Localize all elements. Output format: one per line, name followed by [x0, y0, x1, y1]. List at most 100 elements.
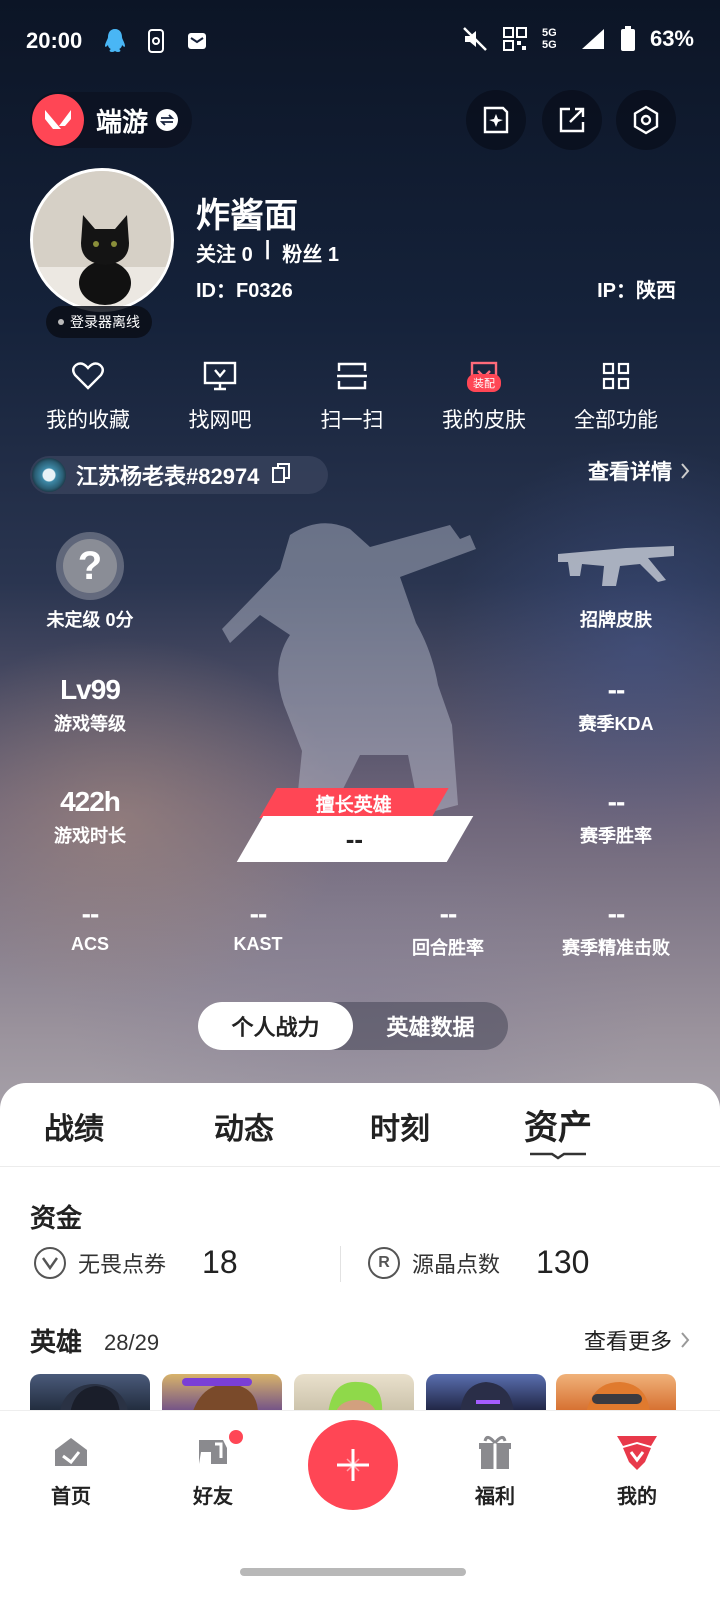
edit-card-button[interactable] — [466, 90, 526, 150]
quick-action-scan[interactable]: 扫一扫 — [292, 356, 412, 434]
home-icon — [55, 1438, 87, 1466]
home-indicator[interactable] — [240, 1568, 466, 1576]
copy-button[interactable] — [271, 462, 291, 489]
toggle-personal-power[interactable]: 个人战力 — [198, 1002, 353, 1050]
nav-friends[interactable]: 好友 — [168, 1430, 258, 1509]
quick-action-all[interactable]: 全部功能 — [556, 356, 676, 434]
nfc-icon — [502, 27, 527, 51]
launcher-status: 登录器离线 — [46, 306, 152, 338]
vp-icon — [34, 1246, 66, 1279]
hero-portrait-image — [182, 1378, 258, 1414]
fans-label: 粉丝 — [282, 244, 323, 266]
nav-label: 福利 — [475, 1486, 515, 1508]
status-dot — [58, 319, 64, 325]
acs-value: -- — [81, 898, 100, 929]
user-id: ID：F0326 — [196, 280, 293, 302]
quick-action-label: 扫一扫 — [320, 409, 384, 432]
battery-icon — [620, 26, 635, 51]
radianite-label: 源晶点数 — [412, 1251, 501, 1277]
best-hero-value: -- — [346, 823, 364, 854]
nav-rewards[interactable]: 福利 — [450, 1432, 540, 1509]
tab-records[interactable]: 战绩 — [14, 1104, 134, 1148]
tab-divider — [0, 1166, 720, 1167]
following-label: 关注 — [196, 244, 236, 266]
kda-stat: -- 赛季KDA — [546, 674, 686, 736]
quick-action-skins[interactable]: 装配 我的皮肤 — [424, 356, 544, 434]
heroes-title: 英雄 — [30, 1327, 83, 1357]
network-type: 5G 5G — [541, 27, 557, 51]
hero-portrait-image — [586, 1382, 650, 1414]
mail-icon — [186, 28, 208, 54]
battery-percent: 63% — [649, 26, 694, 51]
heroes-count: 28/29 — [104, 1330, 160, 1355]
ip-location: IP：陕西 — [597, 280, 676, 302]
avatar[interactable] — [30, 168, 174, 312]
hero-card[interactable] — [426, 1374, 546, 1414]
rank-stat: 未定级 0分 — [20, 602, 160, 632]
follow-stats: 关注 0 | 粉丝 1 — [196, 238, 339, 267]
notification-dot — [229, 1430, 243, 1444]
nav-label: 我的 — [617, 1486, 657, 1508]
app-switcher[interactable]: 端游 — [30, 92, 192, 148]
kda-value: -- — [607, 674, 626, 705]
following-link[interactable]: 关注 0 — [196, 238, 253, 267]
create-post-button[interactable] — [308, 1420, 398, 1510]
signature-skin-label: 招牌皮肤 — [580, 610, 652, 630]
gun-icon — [558, 546, 674, 586]
qq-icon — [104, 28, 126, 54]
signature-skin-image[interactable] — [556, 540, 676, 595]
nav-me[interactable]: 我的 — [592, 1432, 682, 1509]
vp-balance: 无畏点券 18 — [34, 1244, 238, 1281]
tab-assets[interactable]: 资产 — [498, 1100, 618, 1149]
chevron-right-icon — [681, 463, 690, 479]
rank-icon[interactable]: ? — [56, 532, 124, 600]
rank-unknown-icon: ? — [63, 539, 117, 593]
tab-moments[interactable]: 动态 — [184, 1104, 304, 1148]
hero-portrait-image — [60, 1384, 128, 1414]
edit-card-icon — [483, 106, 509, 134]
nav-label: 好友 — [193, 1486, 233, 1508]
scan-icon — [337, 362, 367, 390]
hero-portrait-image — [328, 1381, 383, 1414]
hero-card[interactable] — [30, 1374, 150, 1414]
view-more-link[interactable]: 查看更多 — [584, 1324, 690, 1356]
nav-home[interactable]: 首页 — [26, 1432, 116, 1509]
quick-action-favorites[interactable]: 我的收藏 — [28, 356, 148, 434]
quick-action-label: 全部功能 — [574, 409, 658, 432]
stats-toggle: 个人战力 英雄数据 — [198, 1002, 508, 1050]
vp-value: 18 — [202, 1244, 238, 1280]
share-icon — [559, 107, 585, 133]
headshot-value: -- — [607, 898, 626, 929]
riot-id: 江苏杨老表#82974 — [76, 464, 260, 489]
level-value: Lv99 — [60, 674, 121, 705]
quick-action-label: 我的皮肤 — [442, 409, 526, 432]
view-detail-label: 查看详情 — [588, 461, 672, 484]
best-hero-label: 擅长英雄 — [315, 794, 392, 816]
acs-stat: -- ACS — [20, 898, 160, 955]
round-winrate-stat: -- 回合胜率 — [378, 898, 518, 960]
best-hero-card[interactable]: -- — [236, 816, 474, 862]
valorant-logo-icon — [32, 94, 84, 146]
funds-title: 资金 — [30, 1203, 83, 1233]
winrate-value: -- — [607, 786, 626, 817]
kast-value: -- — [249, 898, 268, 929]
headshot-label: 赛季精准击败 — [562, 938, 670, 958]
hero-card[interactable] — [294, 1374, 414, 1414]
round-winrate-value: -- — [439, 898, 458, 929]
view-detail-link[interactable]: 查看详情 — [588, 456, 690, 486]
tab-clips[interactable]: 时刻 — [340, 1104, 460, 1148]
hero-card[interactable] — [162, 1374, 282, 1414]
chevron-right-icon — [681, 1332, 690, 1348]
hero-portrait-image — [460, 1382, 514, 1414]
playtime-value: 422h — [60, 786, 121, 817]
toggle-hero-data[interactable]: 英雄数据 — [353, 1002, 508, 1050]
hero-card[interactable] — [556, 1374, 676, 1414]
settings-icon — [633, 105, 659, 135]
fans-link[interactable]: 粉丝 1 — [282, 238, 339, 267]
launcher-status-text: 登录器离线 — [70, 314, 140, 330]
settings-button[interactable] — [616, 90, 676, 150]
level-label: 游戏等级 — [54, 714, 126, 734]
share-button[interactable] — [542, 90, 602, 150]
player-card-icon — [32, 458, 66, 492]
quick-action-netcafe[interactable]: 找网吧 — [160, 356, 280, 434]
